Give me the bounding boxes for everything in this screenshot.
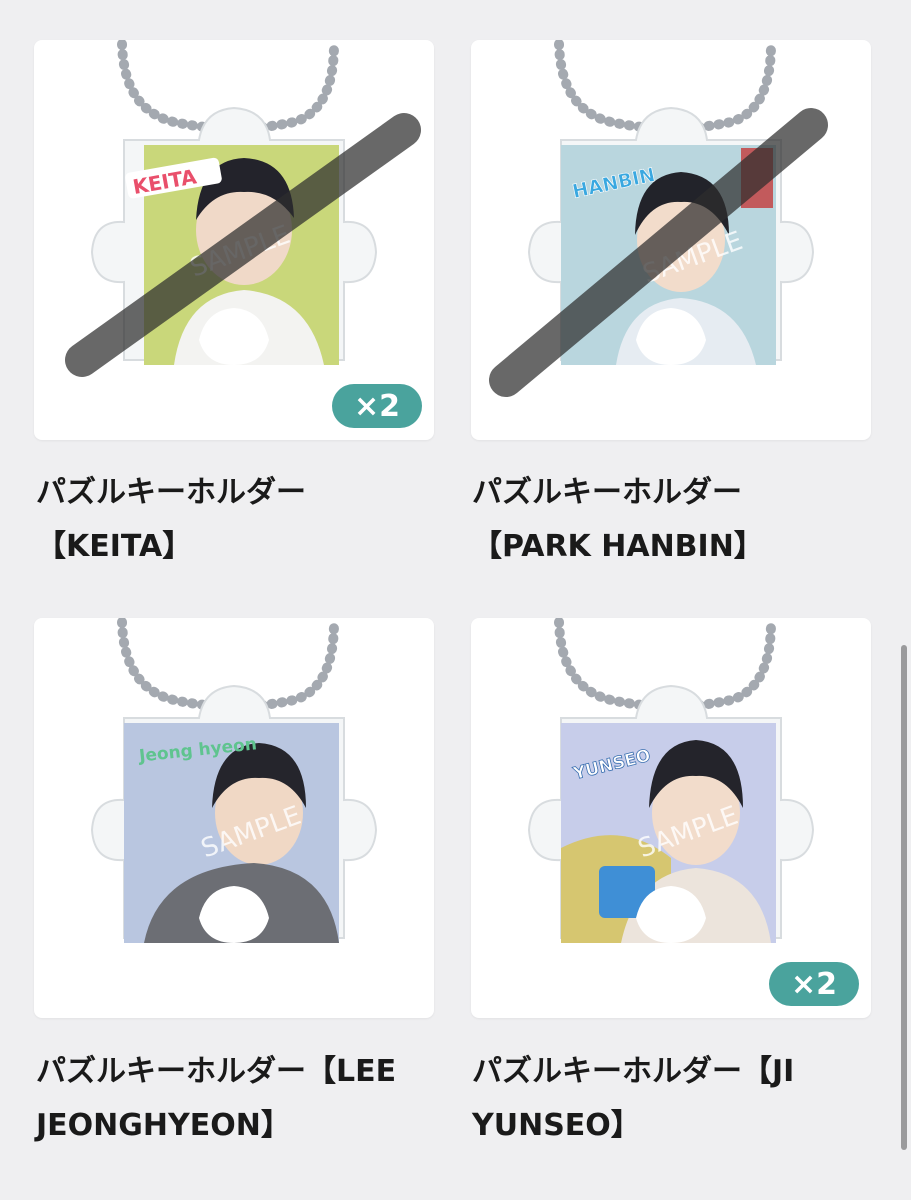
product-title-lee-jeonghyeon[interactable]: パズルキーホルダー【LEE JEONGHYEON】: [36, 1045, 446, 1153]
title-line-1: パズルキーホルダー: [472, 475, 742, 510]
product-card-keita[interactable]: KEITA SAMPLE ×2: [34, 40, 434, 440]
product-card-park-hanbin[interactable]: HANBIN SAMPLE: [471, 40, 871, 440]
vertical-scrollbar[interactable]: [901, 645, 907, 1150]
title-line-2: 【PARK HANBIN】: [472, 529, 764, 564]
product-title-park-hanbin[interactable]: パズルキーホルダー 【PARK HANBIN】: [472, 466, 882, 574]
product-title-ji-yunseo[interactable]: パズルキーホルダー【JI YUNSEO】: [472, 1045, 882, 1153]
product-card-lee-jeonghyeon[interactable]: Jeong hyeon SAMPLE: [34, 618, 434, 1018]
title-line-1: パズルキーホルダー【LEE: [36, 1054, 397, 1089]
title-line-1: パズルキーホルダー【JI: [472, 1054, 795, 1089]
keychain-image: HANBIN SAMPLE: [489, 40, 828, 397]
title-line-2: 【KEITA】: [36, 529, 193, 564]
quantity-badge: ×2: [332, 384, 422, 428]
title-line-2: YUNSEO】: [472, 1108, 641, 1143]
product-title-keita[interactable]: パズルキーホルダー 【KEITA】: [36, 466, 446, 574]
product-card-ji-yunseo[interactable]: YUNSEO SAMPLE ×2: [471, 618, 871, 1018]
title-line-1: パズルキーホルダー: [36, 475, 306, 510]
keychain-image: YUNSEO SAMPLE: [527, 618, 815, 943]
title-line-2: JEONGHYEON】: [36, 1108, 291, 1143]
keychain-image: KEITA SAMPLE: [65, 40, 421, 377]
keychain-image: Jeong hyeon SAMPLE: [90, 618, 378, 943]
quantity-badge: ×2: [769, 962, 859, 1006]
